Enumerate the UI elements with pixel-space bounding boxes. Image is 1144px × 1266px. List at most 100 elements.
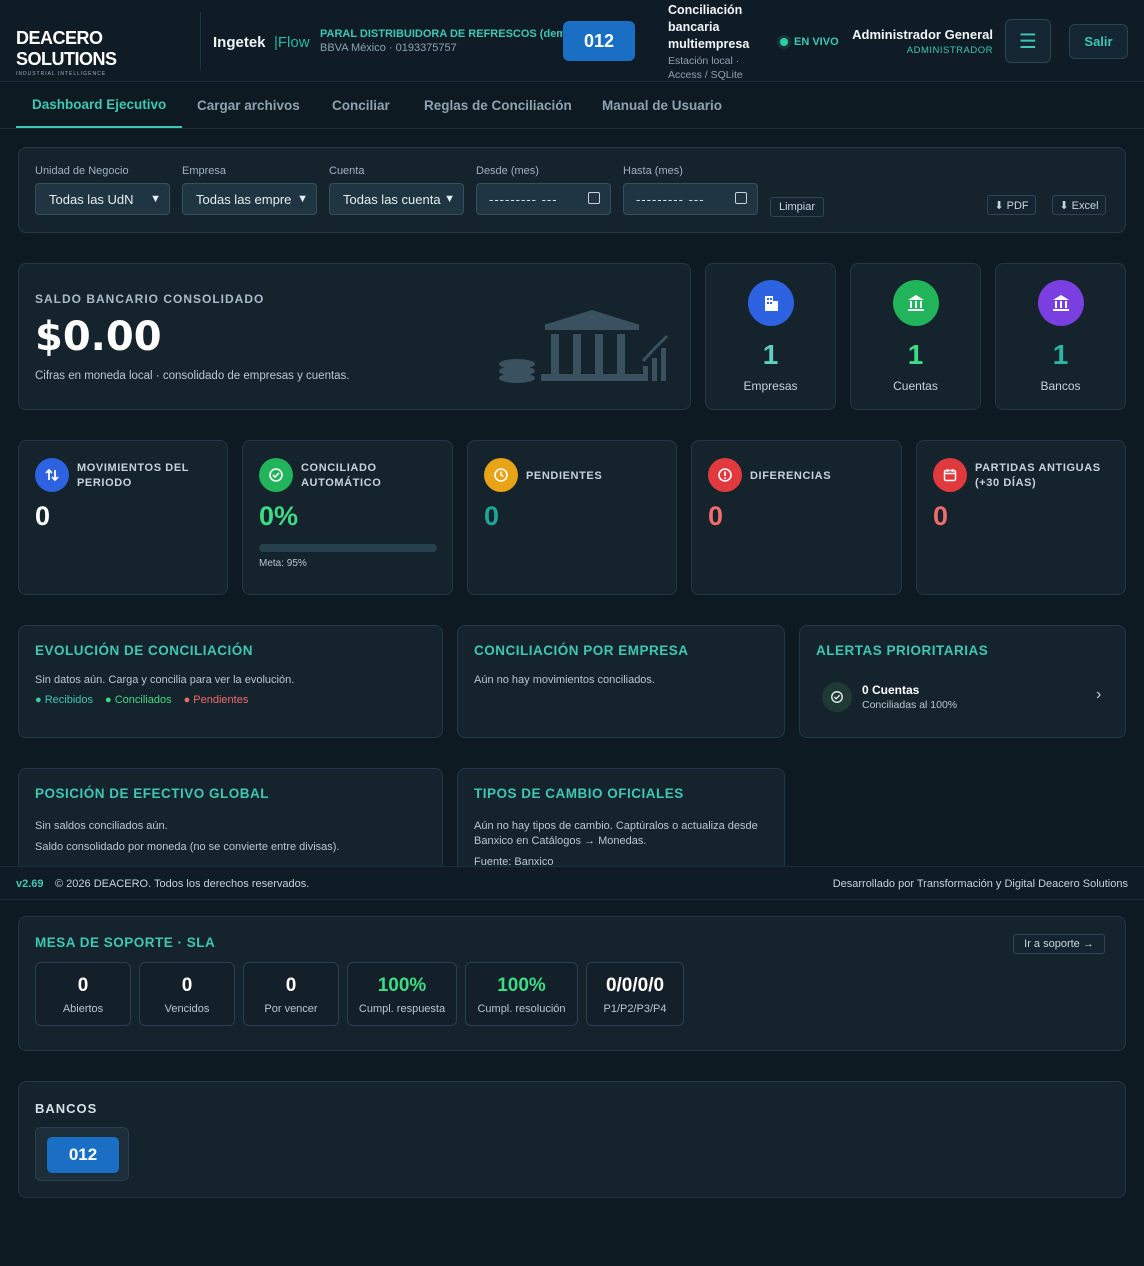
kpi-differences: DIFERENCIAS 0	[691, 440, 902, 595]
export-excel-button[interactable]: ⬇ Excel	[1052, 195, 1106, 215]
from-month-value: --------- ---	[489, 191, 558, 207]
by-company-card: CONCILIACIÓN POR EMPRESA Aún no hay movi…	[457, 625, 785, 738]
calendar-icon[interactable]	[588, 192, 600, 204]
tab-upload[interactable]: Cargar archivos	[181, 83, 316, 128]
legend-item: ● Conciliados	[105, 694, 172, 706]
evolution-legend: ● Recibidos ● Conciliados ● Pendientes	[35, 694, 248, 706]
top-header: DEACERO SOLUTIONS INDUSTRIAL INTELLIGENC…	[0, 0, 1144, 82]
company-select[interactable]: Todas las empre ▼	[182, 183, 317, 215]
account-select[interactable]: Todas las cuenta ▼	[329, 183, 464, 215]
kpi-value: 0	[933, 501, 949, 531]
clock-icon	[484, 458, 518, 492]
kpi-value: 0	[484, 501, 500, 531]
sla-value: 0/0/0/0	[605, 975, 665, 996]
alerts-title: ALERTAS PRIORITARIAS	[816, 643, 989, 658]
kpi-movements: MOVIMIENTOS DEL PERIODO 0	[18, 440, 228, 595]
company-label: Empresa	[182, 165, 227, 177]
menu-button[interactable]: ☰	[1005, 19, 1051, 63]
legend-label: Conciliados	[114, 694, 172, 706]
by-company-empty: Aún no hay movimientos conciliados.	[474, 674, 655, 686]
alert-circle-icon	[708, 458, 742, 492]
bank-account: BBVA México · 0193375757	[320, 42, 457, 54]
calendar-icon[interactable]	[735, 192, 747, 204]
kpi-value: 0	[35, 501, 51, 531]
legend-label: Recibidos	[44, 694, 94, 706]
companies-count: 1	[762, 339, 779, 370]
legend-item: ● Pendientes	[183, 694, 249, 706]
tab-reconcile[interactable]: Conciliar	[316, 83, 406, 128]
deacero-logo: DEACERO SOLUTIONS INDUSTRIAL INTELLIGENC…	[16, 28, 191, 77]
live-dot-icon	[780, 38, 788, 46]
chevron-down-icon: ▼	[297, 193, 308, 205]
developer-credit: Desarrollado por Transformación y Digita…	[832, 878, 1128, 890]
sla-response-compliance: 100% Cumpl. respuesta	[347, 962, 457, 1026]
cash-empty: Sin saldos conciliados aún.	[35, 820, 168, 832]
from-label: Desde (mes)	[476, 165, 539, 177]
alerts-card: ALERTAS PRIORITARIAS 0 Cuentas Conciliad…	[799, 625, 1126, 738]
to-month-value: --------- ---	[636, 191, 705, 207]
user-role: ADMINISTRADOR	[906, 45, 993, 56]
chevron-right-icon: ›	[1096, 686, 1102, 703]
sla-open: 0 Abiertos	[35, 962, 131, 1026]
check-circle-icon	[259, 458, 293, 492]
unit-label: Unidad de Negocio	[35, 165, 129, 177]
clear-filters-button[interactable]: Limpiar	[770, 197, 824, 217]
tab-dashboard[interactable]: Dashboard Ejecutivo	[16, 83, 183, 128]
accounts-count: 1	[907, 339, 924, 370]
tab-manual[interactable]: Manual de Usuario	[586, 83, 738, 128]
bank-building-icon	[499, 310, 669, 383]
go-to-support-button[interactable]: Ir a soporte →	[1013, 934, 1105, 954]
balance-note: Cifras en moneda local · consolidado de …	[35, 370, 350, 382]
kpi-value: 0%	[259, 501, 299, 531]
to-month-input[interactable]: --------- ---	[623, 183, 758, 215]
sla-label: Cumpl. respuesta	[358, 1003, 446, 1015]
export-pdf-button[interactable]: ⬇ PDF	[987, 195, 1036, 215]
cash-position-card: POSICIÓN DE EFECTIVO GLOBAL Sin saldos c…	[18, 768, 443, 878]
stat-companies: 1 Empresas	[705, 263, 836, 410]
logout-button[interactable]: Salir	[1069, 24, 1128, 59]
alert-item-subtitle: Conciliadas al 100%	[862, 699, 958, 711]
tab-rules[interactable]: Reglas de Conciliación	[408, 83, 588, 128]
sla-label: P1/P2/P3/P4	[603, 1003, 667, 1015]
calendar-icon	[933, 458, 967, 492]
sla-resolution-compliance: 100% Cumpl. resolución	[465, 962, 578, 1026]
alert-item[interactable]: 0 Cuentas Conciliadas al 100% ›	[816, 678, 1111, 716]
kpi-value: 0	[708, 501, 724, 531]
banks-label: Bancos	[1040, 379, 1081, 393]
legend-label: Pendientes	[193, 694, 249, 706]
app-title: Conciliación bancaria multiempresa	[668, 3, 750, 51]
kpi-title: CONCILIADO AUTOMÁTICO	[301, 462, 382, 489]
fx-empty: Aún no hay tipos de cambio. Captúralos o…	[474, 820, 758, 847]
cash-note: Saldo consolidado por moneda (no se conv…	[35, 841, 340, 853]
chevron-down-icon: ▼	[444, 193, 455, 205]
stat-accounts: 1 Cuentas	[850, 263, 981, 410]
balance-label: SALDO BANCARIO CONSOLIDADO	[35, 292, 265, 306]
bank-icon	[893, 280, 939, 326]
kpi-old-items: PARTIDAS ANTIGUAS (+30 DÍAS) 0	[916, 440, 1126, 595]
by-company-title: CONCILIACIÓN POR EMPRESA	[474, 643, 689, 658]
main-tabs: Dashboard Ejecutivo Cargar archivos Conc…	[0, 83, 1144, 129]
copyright: © 2026 DEACERO. Todos los derechos reser…	[55, 878, 310, 890]
sla-value: 0	[181, 975, 193, 996]
banks-card: BANCOS 012	[18, 1081, 1126, 1198]
companies-label: Empresas	[743, 379, 798, 393]
to-label: Hasta (mes)	[623, 165, 683, 177]
kpi-title: MOVIMIENTOS DEL PERIODO	[77, 462, 189, 489]
bank-code-badge[interactable]: 012	[563, 21, 635, 61]
unit-select[interactable]: Todas las UdN ▼	[35, 183, 170, 215]
user-name: Administrador General	[852, 27, 993, 42]
kpi-pending: PENDIENTES 0	[467, 440, 677, 595]
bank-code-badge: 012	[47, 1137, 119, 1173]
sla-overdue: 0 Vencidos	[139, 962, 235, 1026]
logo-subtitle: INDUSTRIAL INTELLIGENCE	[16, 71, 107, 77]
kpi-auto-reconciled: CONCILIADO AUTOMÁTICO 0% Meta: 95%	[242, 440, 453, 595]
chevron-down-icon: ▼	[150, 193, 161, 205]
from-month-input[interactable]: --------- ---	[476, 183, 611, 215]
fx-rates-card: TIPOS DE CAMBIO OFICIALES Aún no hay tip…	[457, 768, 785, 878]
stat-banks: 1 Bancos	[995, 263, 1126, 410]
sla-due-soon: 0 Por vencer	[243, 962, 339, 1026]
banks-count: 1	[1052, 339, 1069, 370]
building-icon	[748, 280, 794, 326]
arrows-up-down-icon	[35, 458, 69, 492]
bank-chip[interactable]: 012	[35, 1127, 129, 1181]
